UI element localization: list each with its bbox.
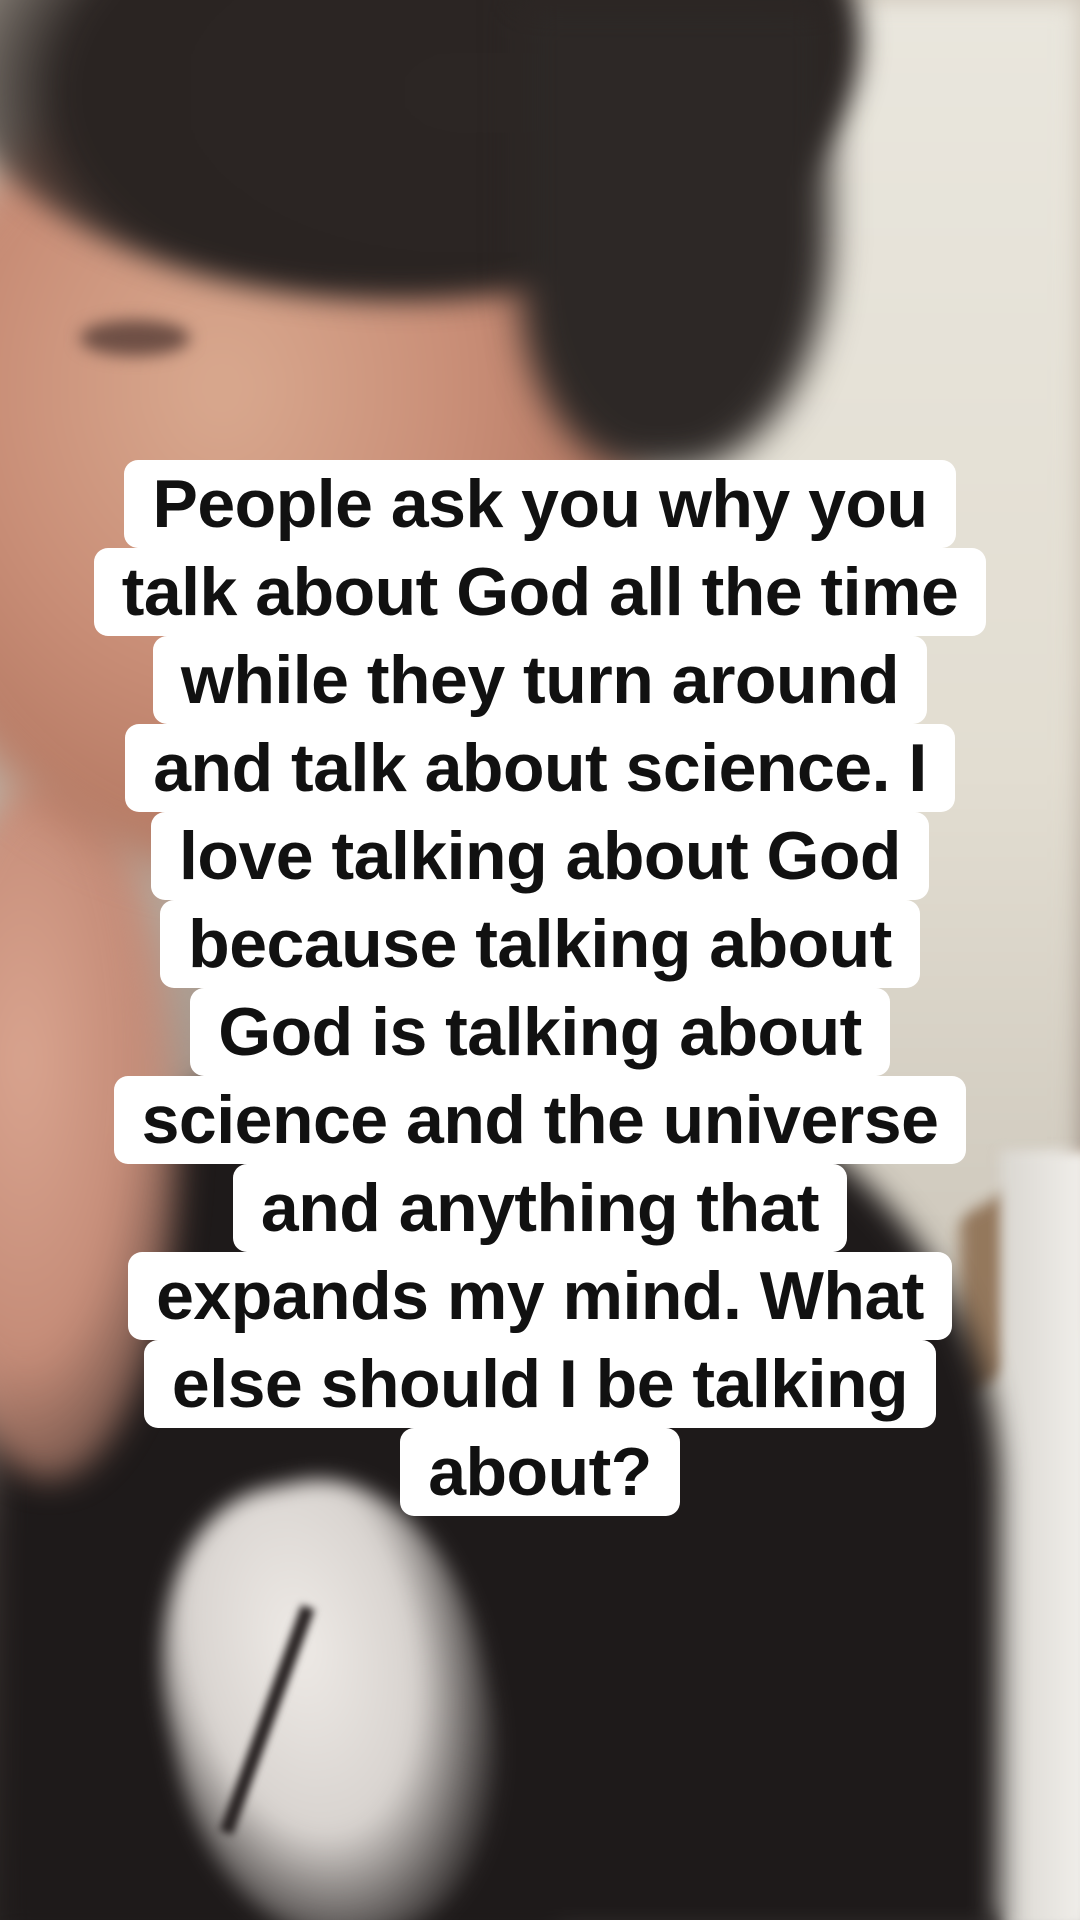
caption-line: about? (400, 1428, 680, 1516)
person-eye (80, 320, 190, 356)
person-cap-brim (520, 0, 830, 470)
caption-line: science and the universe (113, 1076, 967, 1164)
video-frame[interactable]: People ask you why you talk about God al… (0, 0, 1080, 1920)
caption-line: while they turn around (152, 636, 928, 724)
caption-overlay: People ask you why you talk about God al… (0, 460, 1080, 1516)
caption-line: and talk about science. I (125, 724, 955, 812)
caption-line: and anything that (232, 1164, 848, 1252)
caption-line: else should I be talking (143, 1340, 937, 1428)
caption-line: People ask you why you (124, 460, 956, 548)
caption-line: expands my mind. What (128, 1252, 952, 1340)
caption-line: because talking about (160, 900, 920, 988)
caption-line: love talking about God (151, 812, 929, 900)
caption-line: God is talking about (190, 988, 890, 1076)
caption-line: talk about God all the time (93, 548, 987, 636)
